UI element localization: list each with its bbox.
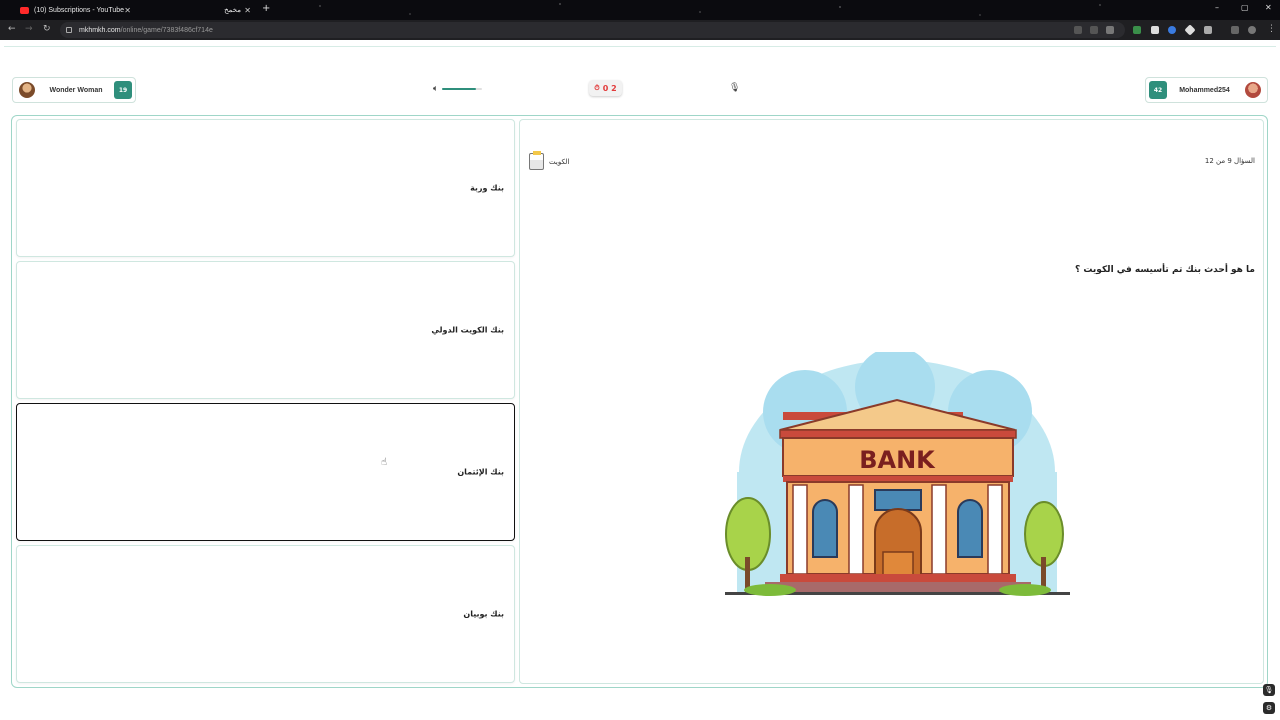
url-path: /online/game/7383f486cf714e [120, 26, 213, 34]
close-tab-icon[interactable]: ✕ [244, 6, 251, 15]
answer-text: بنك الكويت الدولي [431, 325, 504, 335]
player-card-left: Wonder Woman 19 [12, 77, 136, 103]
answer-option[interactable]: بنك الكويت الدولي [16, 261, 515, 399]
shield-icon[interactable] [1151, 26, 1159, 34]
microphone-icon[interactable]: 🎙︎ [1263, 684, 1275, 696]
site-info-icon[interactable] [66, 27, 72, 33]
speaker-icon[interactable]: 🔈︎ [433, 84, 438, 94]
player-name: Wonder Woman [49, 86, 103, 94]
sidebar-icon[interactable] [1231, 26, 1239, 34]
stopwatch-icon: ⏱ [594, 83, 600, 92]
browser-toolbar: ← → ↻ mkhmkh.com /online/game/7383f486cf… [0, 20, 1280, 40]
question-text: ما هو أحدث بنك تم تأسيسه في الكويت ؟ [1075, 265, 1255, 275]
countdown-timer: ⏱ 0 2 [589, 80, 622, 96]
volume-control[interactable]: 🔈︎ [433, 84, 483, 94]
game-page: Wonder Woman 19 🔈︎ ⏱ 0 2 🎙︎ 42 Mohammed2… [0, 40, 1280, 720]
reload-icon[interactable]: ↻ [43, 24, 51, 34]
player-card-right: 42 Mohammed254 [1145, 77, 1268, 103]
menu-icon[interactable]: ⋮ [1267, 24, 1276, 34]
volume-slider[interactable] [442, 88, 483, 90]
bookmark-star-icon[interactable] [1106, 26, 1114, 34]
close-window-icon[interactable]: ✕ [1265, 3, 1272, 12]
question-panel: الكويت السؤال 9 من 12 ما هو أحدث بنك تم … [519, 119, 1264, 684]
browser-tab-youtube[interactable]: (10) Subscriptions - YouTube ✕ [20, 2, 135, 18]
bank-sign-text: BANK [859, 446, 936, 474]
avatar [1245, 82, 1261, 98]
answer-option[interactable]: بنك بوبيان [16, 545, 515, 683]
question-counter: السؤال 9 من 12 [1204, 157, 1255, 165]
volume-fill [442, 88, 477, 90]
forward-icon[interactable]: → [25, 24, 33, 34]
answer-option[interactable]: بنك وربة [16, 119, 515, 257]
tab-title: مخمخ [224, 7, 241, 14]
puzzle-icon[interactable] [1204, 26, 1212, 34]
mic-muted-icon[interactable]: 🎙︎ [729, 83, 740, 93]
back-icon[interactable]: ← [8, 24, 16, 34]
player-name: Mohammed254 [1179, 86, 1230, 94]
profile-avatar[interactable] [1248, 26, 1256, 34]
player-score: 42 [1149, 81, 1167, 99]
cast-icon[interactable] [1090, 26, 1098, 34]
bank-illustration: BANK [725, 352, 1070, 596]
mouse-cursor-icon: ☝ [381, 457, 388, 468]
settings-icon[interactable]: ⚙ [1263, 702, 1275, 714]
answer-option-selected[interactable]: بنك الإئتمان ☝ [16, 403, 515, 541]
extension-icon[interactable] [1133, 26, 1141, 34]
browser-tab-mkhmkh[interactable]: مخمخ ✕ [150, 2, 255, 18]
player-score: 19 [114, 81, 132, 99]
minimize-icon[interactable]: – [1215, 3, 1219, 12]
answer-text: بنك وربة [470, 183, 504, 193]
avatar [19, 82, 35, 98]
browser-tab-bar: (10) Subscriptions - YouTube ✕ مخمخ ✕ + … [0, 0, 1280, 20]
password-key-icon[interactable] [1074, 26, 1082, 34]
answer-text: بنك بوبيان [463, 609, 504, 619]
diamond-icon[interactable] [1184, 24, 1196, 36]
maximize-icon[interactable]: ▢ [1241, 3, 1249, 12]
category-label: الكويت [549, 157, 570, 166]
answer-text: بنك الإئتمان [457, 467, 504, 477]
question-category: الكويت [529, 151, 570, 170]
new-tab-icon[interactable]: + [262, 3, 270, 14]
url-host: mkhmkh.com [79, 26, 121, 34]
divider [4, 46, 1276, 47]
timer-value: 0 2 [602, 83, 617, 93]
category-icon [529, 151, 544, 170]
extension-blue-icon[interactable] [1168, 26, 1176, 34]
address-bar[interactable]: mkhmkh.com /online/game/7383f486cf714e [60, 22, 1125, 38]
youtube-icon [20, 6, 29, 14]
tab-title: (10) Subscriptions - YouTube [34, 6, 125, 14]
close-tab-icon[interactable]: ✕ [124, 6, 131, 15]
